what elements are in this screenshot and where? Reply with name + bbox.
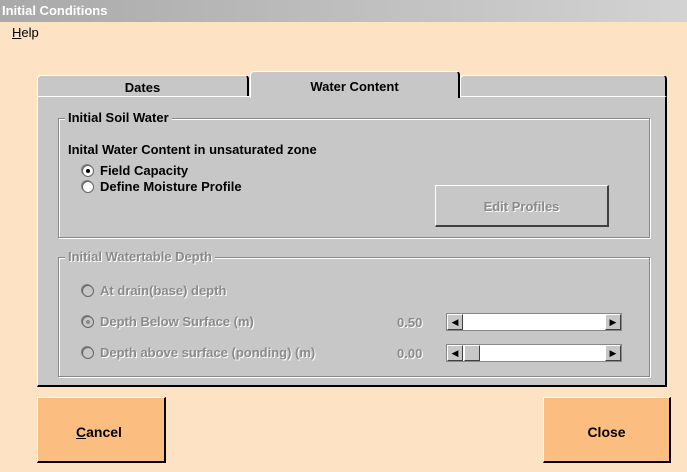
radio-unselected-icon bbox=[82, 346, 94, 359]
watertable-depth-legend: Initial Watertable Depth bbox=[65, 249, 215, 264]
tab-dates[interactable]: Dates bbox=[37, 75, 249, 97]
scroll-right-icon[interactable]: ▶ bbox=[605, 314, 621, 330]
radio-define-moisture-profile[interactable]: Define Moisture Profile bbox=[82, 179, 242, 194]
menu-bar: Help bbox=[0, 22, 687, 42]
cancel-button[interactable]: Cancel bbox=[37, 397, 166, 463]
radio-depth-below-surface-label: Depth Below Surface (m) bbox=[100, 314, 254, 329]
scroll-right-icon[interactable]: ▶ bbox=[605, 345, 621, 361]
menu-help[interactable]: Help bbox=[12, 25, 39, 40]
depth-below-surface-value: 0.50 bbox=[397, 315, 423, 330]
tab-strip-filler bbox=[460, 75, 667, 97]
radio-depth-above-surface-label: Depth above surface (ponding) (m) bbox=[100, 345, 316, 360]
radio-depth-below-surface[interactable]: Depth Below Surface (m) bbox=[82, 314, 254, 329]
slider-thumb[interactable] bbox=[464, 345, 480, 361]
tab-water-content[interactable]: Water Content bbox=[250, 71, 460, 98]
close-label: Close bbox=[587, 424, 626, 440]
window-title-bar: Initial Conditions bbox=[0, 0, 687, 22]
window-title: Initial Conditions bbox=[2, 3, 108, 18]
scroll-left-icon[interactable]: ◀ bbox=[447, 314, 463, 330]
initial-soil-water-legend: Initial Soil Water bbox=[65, 110, 172, 125]
radio-unselected-icon bbox=[82, 284, 94, 297]
close-button[interactable]: Close bbox=[543, 397, 671, 463]
tab-dates-label: Dates bbox=[124, 80, 161, 95]
cancel-label: ancel bbox=[86, 424, 122, 440]
radio-selected-icon bbox=[82, 164, 94, 177]
radio-field-capacity-label: Field Capacity bbox=[100, 163, 189, 178]
depth-above-surface-value: 0.00 bbox=[397, 346, 423, 361]
radio-at-drain-depth-label: At drain(base) depth bbox=[100, 283, 227, 298]
edit-profiles-button[interactable]: Edit Profiles bbox=[435, 185, 609, 227]
tab-water-content-label: Water Content bbox=[310, 79, 399, 94]
radio-selected-icon bbox=[82, 315, 94, 328]
radio-at-drain-depth[interactable]: At drain(base) depth bbox=[82, 283, 226, 298]
cancel-mnemonic: C bbox=[76, 424, 87, 440]
scroll-left-icon[interactable]: ◀ bbox=[447, 345, 463, 361]
radio-define-moisture-profile-label: Define Moisture Profile bbox=[100, 179, 242, 194]
water-content-heading: Inital Water Content in unsaturated zone bbox=[68, 142, 317, 157]
radio-depth-above-surface[interactable]: Depth above surface (ponding) (m) bbox=[82, 345, 315, 360]
edit-profiles-label: Edit Profiles bbox=[483, 199, 560, 214]
depth-above-surface-slider[interactable]: ◀ ▶ bbox=[446, 344, 622, 362]
radio-field-capacity[interactable]: Field Capacity bbox=[82, 163, 188, 178]
depth-below-surface-slider[interactable]: ◀ ▶ bbox=[446, 313, 622, 331]
radio-unselected-icon bbox=[82, 180, 94, 193]
